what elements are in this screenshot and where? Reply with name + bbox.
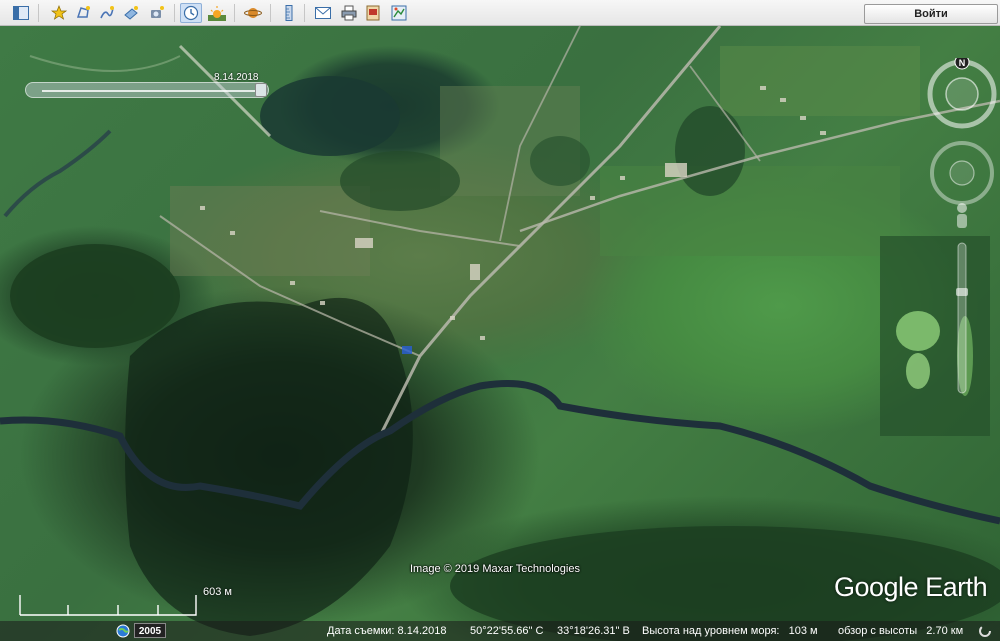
toolbar-separator [174, 4, 175, 22]
sunlight-icon[interactable] [206, 3, 228, 23]
satellite-imagery [0, 26, 1000, 641]
sign-in-button[interactable]: Войти [864, 4, 998, 24]
eye-altitude: обзор с высоты 2.70 км [838, 625, 964, 637]
loading-spinner-icon [979, 625, 991, 637]
ruler-icon[interactable] [278, 3, 300, 23]
compass-north-label: N [959, 58, 966, 68]
view-in-maps-icon[interactable] [388, 3, 410, 23]
toolbar-separator [38, 4, 39, 22]
globe-icon[interactable] [116, 624, 130, 638]
print-icon[interactable] [338, 3, 360, 23]
elevation: Высота над уровнем моря: 103 м [642, 625, 818, 637]
add-path-icon[interactable] [96, 3, 118, 23]
toolbar-separator [234, 4, 235, 22]
add-placemark-icon[interactable] [48, 3, 70, 23]
imagery-date: Дата съемки: 8.14.2018 [327, 625, 447, 637]
time-slider-track [42, 90, 256, 92]
compass-ring[interactable]: N [927, 58, 997, 129]
save-image-icon[interactable] [362, 3, 384, 23]
look-joystick[interactable] [930, 141, 994, 205]
time-slider-handle[interactable] [255, 83, 267, 97]
longitude: 33°18'26.31" В [557, 625, 630, 637]
map-view[interactable]: 8.14.2018 N Image © 2019 Maxar Technolog… [0, 26, 1000, 641]
add-polygon-icon[interactable] [72, 3, 94, 23]
latitude: 50°22'55.66" С [470, 625, 544, 637]
scale-label: 603 м [203, 586, 232, 598]
toolbar: Войти [0, 0, 1000, 26]
image-overlay-icon[interactable] [120, 3, 142, 23]
zoom-slider[interactable] [956, 242, 968, 394]
planets-icon[interactable] [242, 3, 264, 23]
toolbar-separator [304, 4, 305, 22]
street-view-pegman-icon[interactable] [957, 203, 967, 228]
time-slider-date: 8.14.2018 [214, 72, 259, 83]
time-slider[interactable] [25, 82, 269, 98]
historical-imagery-icon[interactable] [180, 3, 202, 23]
google-earth-logo: Google Earth [834, 572, 988, 602]
imagery-copyright: Image © 2019 Maxar Technologies [410, 563, 580, 575]
record-tour-icon[interactable] [146, 3, 168, 23]
sidebar-toggle-icon[interactable] [10, 3, 32, 23]
navigation-controls: N [927, 58, 997, 394]
historical-year-badge[interactable]: 2005 [134, 623, 166, 638]
email-icon[interactable] [312, 3, 334, 23]
toolbar-separator [270, 4, 271, 22]
